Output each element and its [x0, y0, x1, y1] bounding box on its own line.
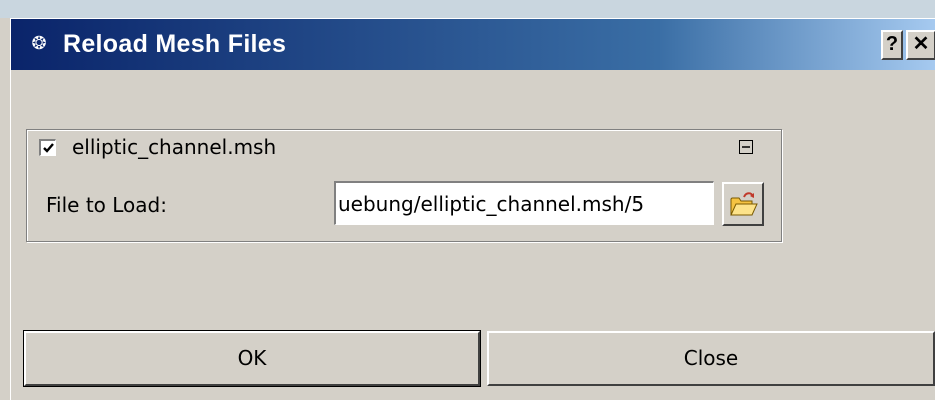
browse-file-button[interactable]: [722, 182, 764, 226]
file-path-input[interactable]: [334, 181, 714, 225]
close-button[interactable]: Close: [487, 331, 935, 386]
checkmark-icon: [43, 142, 54, 153]
mesh-enabled-checkbox[interactable]: [39, 138, 56, 156]
collapse-minus-icon: [739, 140, 753, 154]
desktop-background: [0, 0, 935, 18]
window-title: Reload Mesh Files: [63, 30, 287, 58]
collapse-button[interactable]: [733, 135, 759, 159]
ok-button[interactable]: OK: [23, 330, 481, 387]
close-window-button[interactable]: ✕: [906, 30, 935, 60]
open-folder-icon: [730, 192, 758, 216]
file-to-load-label: File to Load:: [46, 193, 167, 217]
app-logo-icon: ❂: [31, 33, 47, 54]
help-button[interactable]: ?: [881, 30, 903, 60]
title-bar[interactable]: ❂ Reload Mesh Files ? ✕: [11, 19, 935, 70]
group-header: elliptic_channel.msh: [35, 133, 283, 161]
group-title: elliptic_channel.msh: [72, 135, 277, 159]
close-icon: ✕: [912, 33, 930, 55]
